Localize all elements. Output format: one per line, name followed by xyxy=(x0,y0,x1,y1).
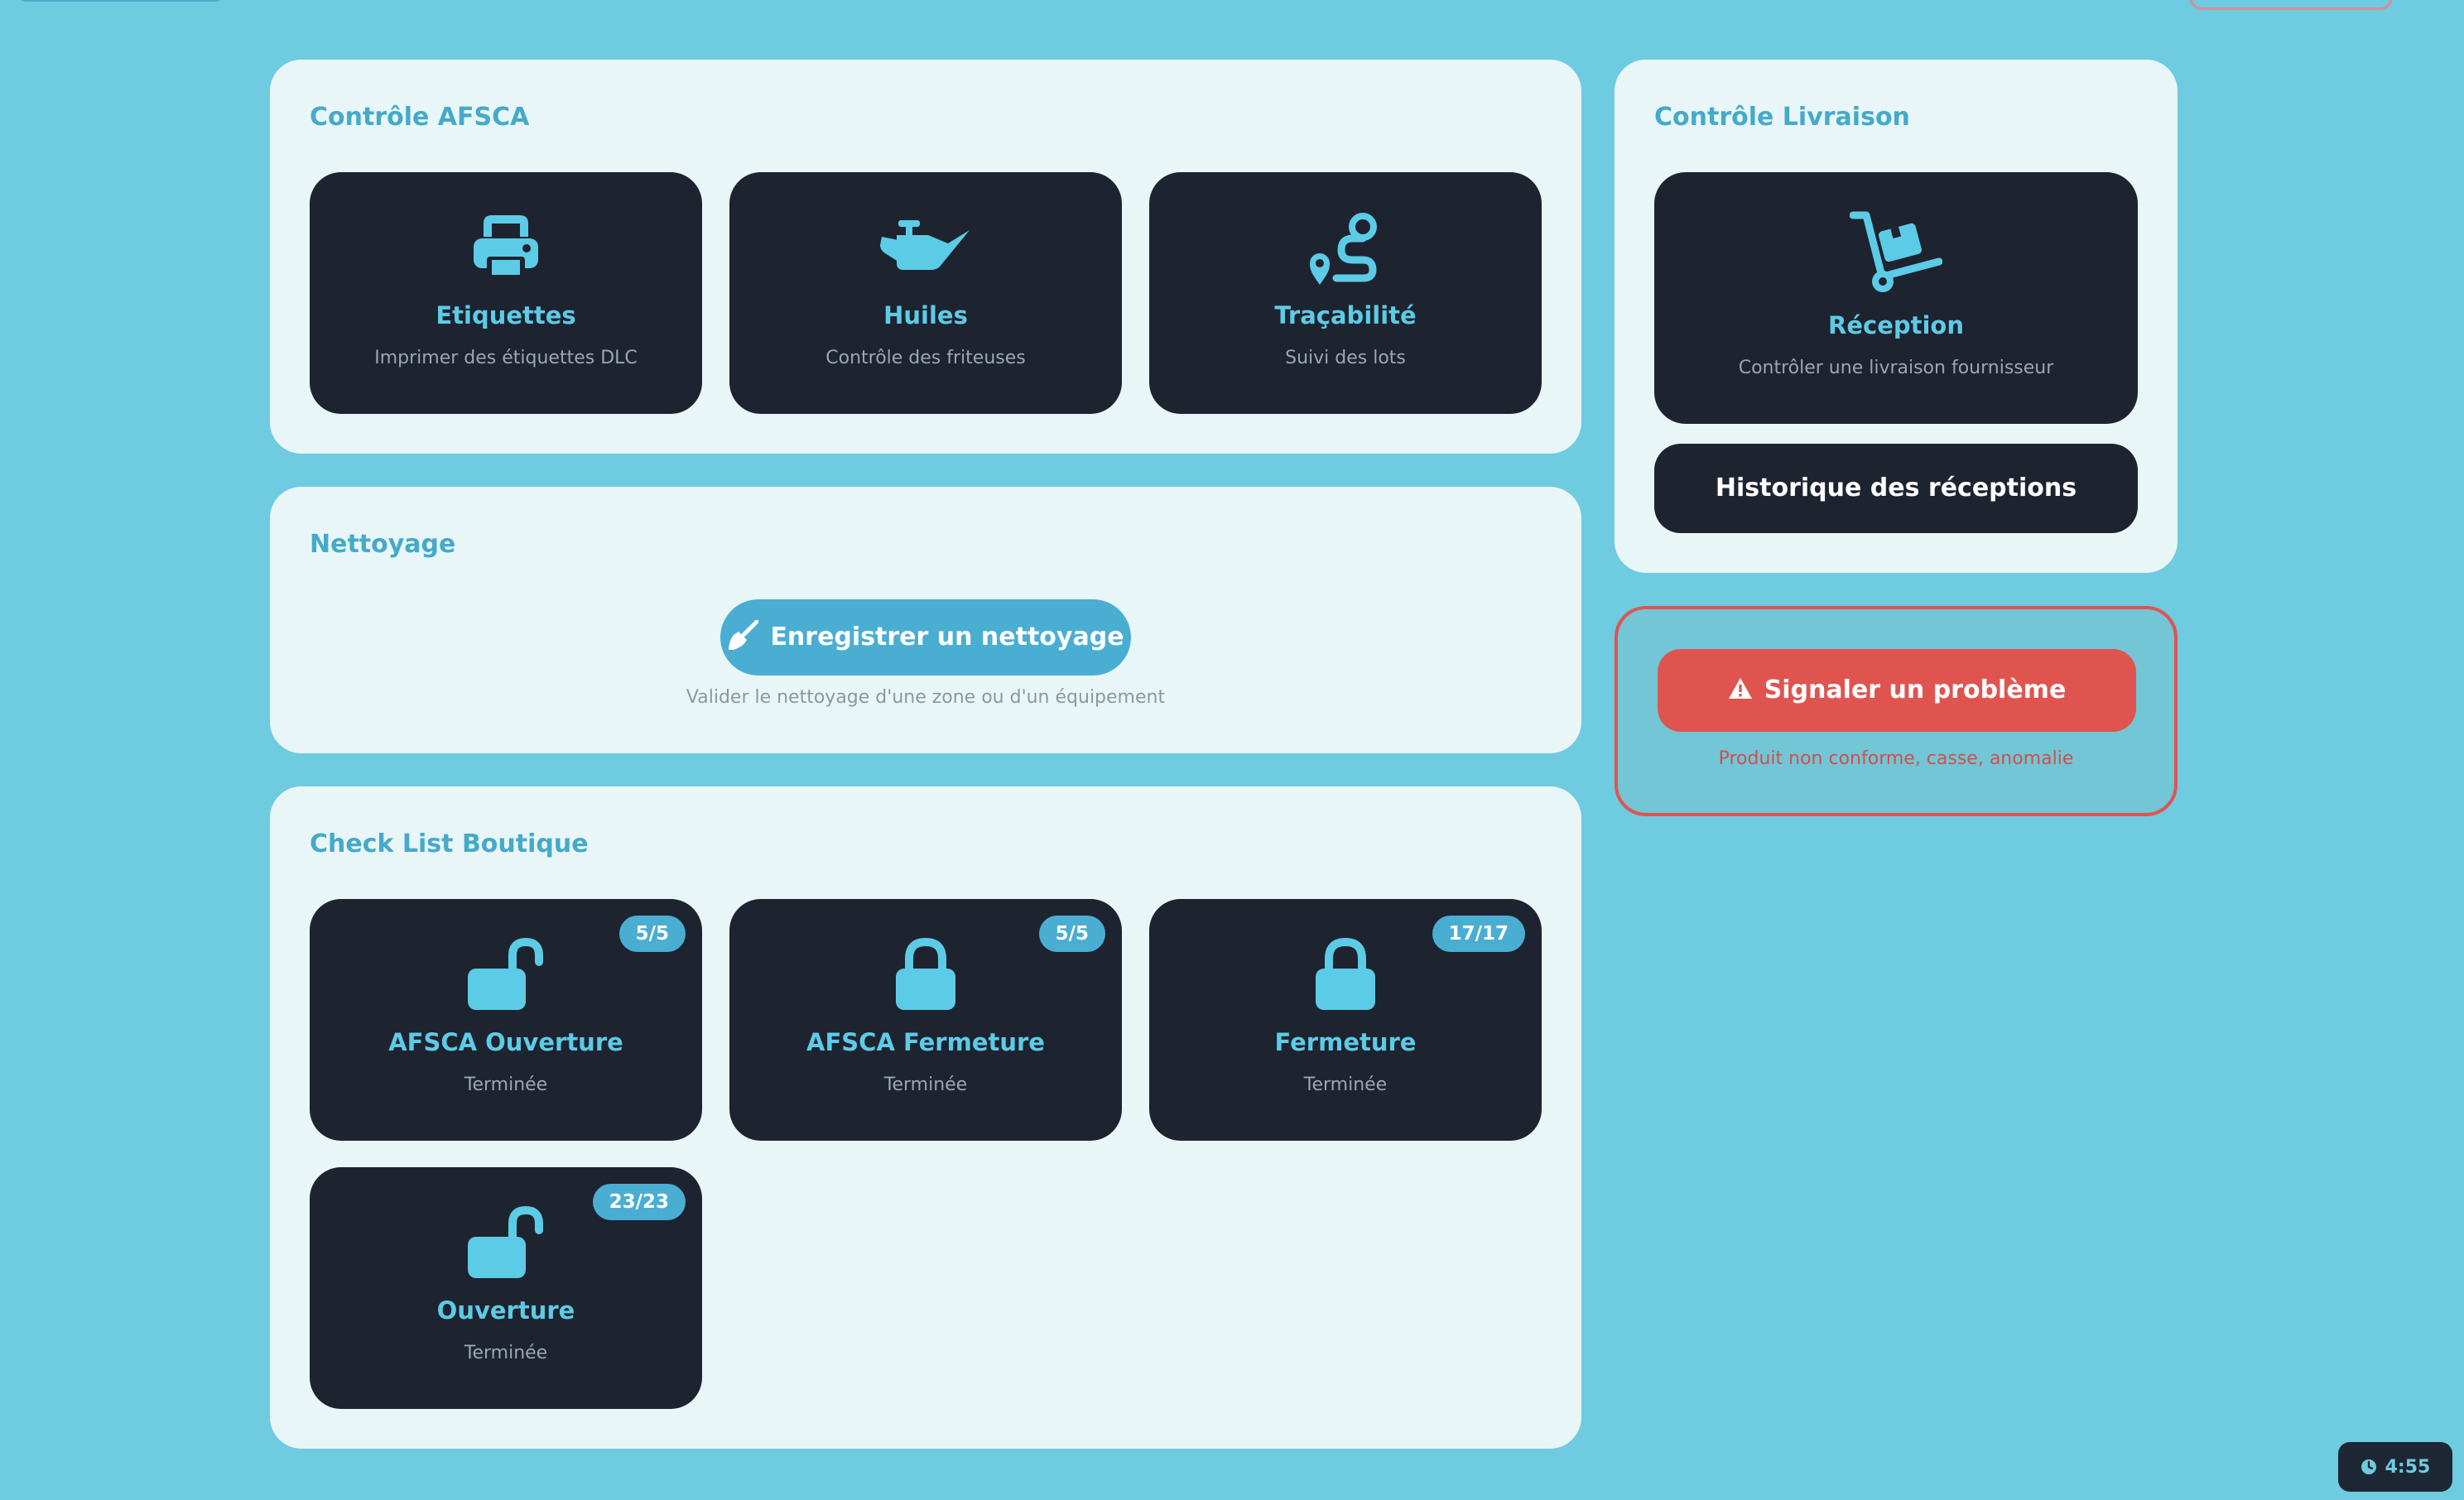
checklist-item-title: Ouverture xyxy=(436,1296,575,1325)
etiquettes-title: Etiquettes xyxy=(436,301,576,329)
checklist-item-title: AFSCA Ouverture xyxy=(388,1028,623,1056)
livraison-panel: Contrôle Livraison Réception Contrôler u… xyxy=(1615,60,2178,573)
checklist-afsca-fermeture[interactable]: 5/5 AFSCA Fermeture Terminée xyxy=(729,899,1122,1141)
checklist-item-title: Fermeture xyxy=(1274,1028,1417,1056)
nettoyage-caption: Valider le nettoyage d'une zone ou d'un … xyxy=(686,687,1166,708)
signaler-probleme-button[interactable]: Signaler un problème xyxy=(1658,649,2136,732)
tracabilite-tile[interactable]: Traçabilité Suivi des lots xyxy=(1149,172,1542,414)
session-timer: 4:55 xyxy=(2338,1442,2452,1492)
top-right-button-fragment[interactable] xyxy=(2189,0,2393,10)
checklist-fermeture[interactable]: 17/17 Fermeture Terminée xyxy=(1149,899,1542,1141)
progress-badge: 5/5 xyxy=(1038,916,1105,952)
warning-icon xyxy=(1728,677,1752,699)
checklist-afsca-ouverture[interactable]: 5/5 AFSCA Ouverture Terminée xyxy=(310,899,702,1141)
checklist-item-status: Terminée xyxy=(464,1343,548,1363)
progress-badge: 17/17 xyxy=(1432,916,1525,952)
checklist-ouverture[interactable]: 23/23 Ouverture Terminée xyxy=(310,1167,702,1409)
reception-title: Réception xyxy=(1828,311,1964,339)
lock-open-icon xyxy=(468,937,543,1010)
afsca-title: Contrôle AFSCA xyxy=(310,103,530,132)
dolly-icon xyxy=(1850,211,1942,292)
checklist-item-title: AFSCA Fermeture xyxy=(806,1028,1045,1056)
huiles-subtitle: Contrôle des friteuses xyxy=(825,348,1026,368)
route-icon xyxy=(1310,213,1377,285)
progress-badge: 5/5 xyxy=(618,916,686,952)
printer-icon xyxy=(474,215,538,281)
tracabilite-subtitle: Suivi des lots xyxy=(1285,348,1406,368)
nettoyage-title: Nettoyage xyxy=(310,530,456,559)
lock-open-icon xyxy=(468,1205,543,1278)
huiles-title: Huiles xyxy=(883,301,968,329)
lock-icon xyxy=(1316,937,1375,1010)
checklist-item-status: Terminée xyxy=(1303,1075,1388,1095)
etiquettes-subtitle: Imprimer des étiquettes DLC xyxy=(374,348,638,368)
signaler-probleme-label: Signaler un problème xyxy=(1764,675,2067,704)
timer-value: 4:55 xyxy=(2385,1456,2431,1478)
historique-receptions-button[interactable]: Historique des réceptions xyxy=(1654,444,2138,533)
livraison-title: Contrôle Livraison xyxy=(1654,103,1910,132)
nettoyage-panel: Nettoyage Enregistrer un nettoyage Valid… xyxy=(270,487,1581,753)
checklist-panel: Check List Boutique 5/5 AFSCA Ouverture … xyxy=(270,786,1581,1449)
reception-subtitle: Contrôler une livraison fournisseur xyxy=(1738,358,2054,378)
checklist-title: Check List Boutique xyxy=(310,829,589,858)
probleme-caption: Produit non conforme, casse, anomalie xyxy=(1718,748,2074,769)
checklist-item-status: Terminée xyxy=(883,1075,968,1095)
enregistrer-nettoyage-button[interactable]: Enregistrer un nettoyage xyxy=(720,599,1131,675)
progress-badge: 23/23 xyxy=(592,1184,686,1220)
probleme-panel: Signaler un problème Produit non conform… xyxy=(1615,606,2178,816)
enregistrer-nettoyage-label: Enregistrer un nettoyage xyxy=(770,623,1124,651)
oil-can-icon xyxy=(880,220,970,270)
tracabilite-title: Traçabilité xyxy=(1274,301,1417,329)
checklist-item-status: Terminée xyxy=(464,1075,548,1095)
lock-icon xyxy=(896,937,955,1010)
huiles-tile[interactable]: Huiles Contrôle des friteuses xyxy=(729,172,1122,414)
etiquettes-tile[interactable]: Etiquettes Imprimer des étiquettes DLC xyxy=(310,172,702,414)
reception-tile[interactable]: Réception Contrôler une livraison fourni… xyxy=(1654,172,2138,424)
broom-icon xyxy=(729,619,759,650)
top-left-button-fragment[interactable] xyxy=(17,0,225,2)
clock-icon xyxy=(2361,1459,2376,1474)
afsca-panel: Contrôle AFSCA Etiquettes Imprimer des é… xyxy=(270,60,1581,454)
